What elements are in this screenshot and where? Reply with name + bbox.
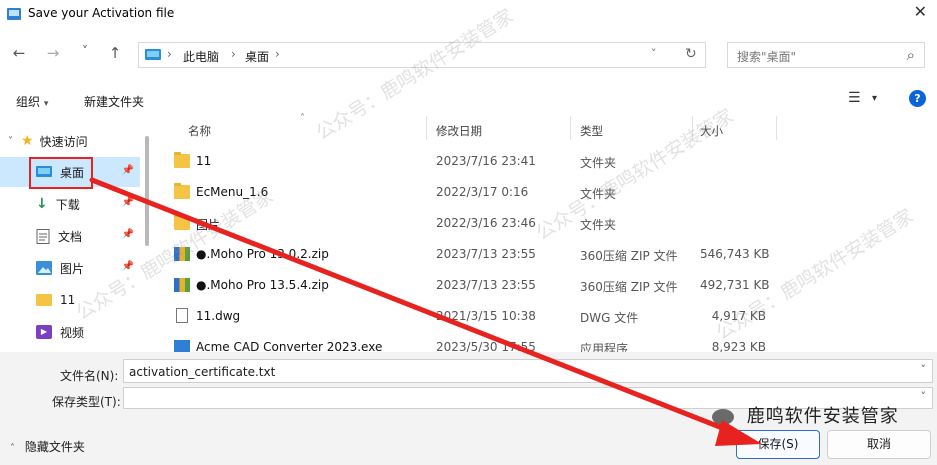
annotation-arrow	[89, 177, 762, 446]
